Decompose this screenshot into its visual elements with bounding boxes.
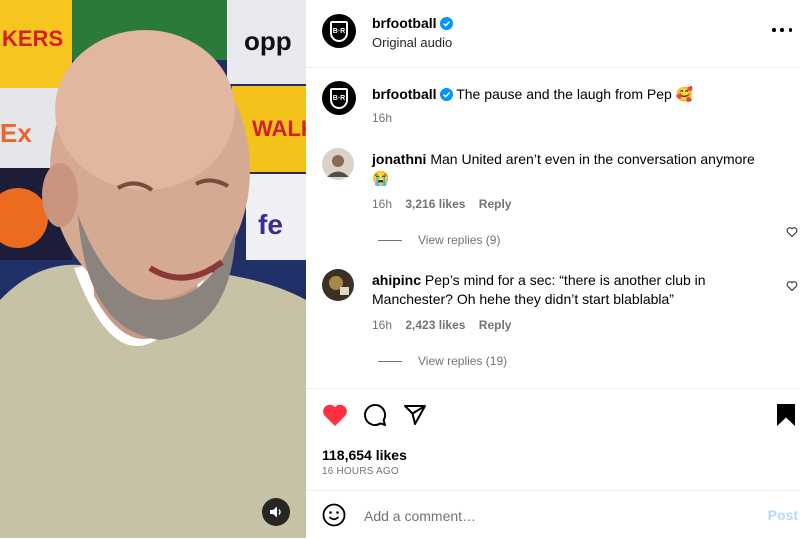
comments-section: B·R brfootball The pause and the laugh f…: [306, 68, 800, 388]
comment-body: jonathni Man United aren’t even in the c…: [372, 150, 770, 188]
header-username[interactable]: brfootball: [372, 15, 437, 31]
heart-icon[interactable]: [322, 403, 348, 427]
comment-meta: 16h 3,216 likes Reply: [372, 197, 511, 211]
share-icon[interactable]: [403, 403, 427, 427]
replies-divider: [378, 360, 402, 362]
comment-likes[interactable]: 3,216 likes: [405, 197, 465, 211]
svg-text:fe: fe: [258, 209, 283, 240]
audio-link[interactable]: Original audio: [372, 35, 452, 50]
speaker-icon: [270, 506, 281, 518]
emoji-icon[interactable]: [322, 503, 346, 527]
avatar-logo-text: B·R: [330, 20, 348, 42]
comment-body: ahipinc Pep’s mind for a sec: “there is …: [372, 271, 768, 309]
comment-meta: 16h 2,423 likes Reply: [372, 318, 511, 332]
view-replies-button[interactable]: View replies (19): [378, 354, 507, 368]
likes-count[interactable]: 118,654 likes: [322, 447, 407, 463]
svg-text:WALK: WALK: [252, 116, 306, 141]
comment-time: 16h: [372, 318, 393, 332]
svg-text:KERS: KERS: [2, 26, 63, 51]
comment-icon[interactable]: [363, 403, 387, 427]
avatar[interactable]: B·R: [322, 14, 356, 48]
comment-time: 16h: [372, 197, 393, 211]
more-options-button[interactable]: [772, 20, 792, 40]
video-frame: KERS opp Ex WALK fe: [0, 0, 306, 538]
view-replies-button[interactable]: View replies (9): [378, 233, 500, 247]
comment-avatar[interactable]: [322, 269, 354, 301]
svg-text:opp: opp: [244, 26, 292, 56]
verified-badge-icon: [439, 17, 453, 30]
post-header: B·R brfootball Original audio: [306, 0, 800, 68]
comment-input[interactable]: [362, 504, 746, 528]
like-comment-heart-icon[interactable]: [786, 280, 798, 292]
mute-button[interactable]: [262, 498, 290, 526]
verified-badge-icon: [439, 88, 453, 101]
comment-text: Man United aren’t even in the conversati…: [430, 151, 755, 167]
post-button[interactable]: Post: [768, 507, 798, 523]
post-actions: 118,654 likes 16 HOURS AGO: [306, 388, 800, 491]
view-replies-label: View replies (19): [418, 354, 508, 368]
comment-likes[interactable]: 2,423 likes: [405, 318, 465, 332]
caption: brfootball The pause and the laugh from …: [372, 85, 792, 104]
bookmark-icon[interactable]: [776, 403, 796, 427]
reply-button[interactable]: Reply: [479, 318, 512, 332]
caption-avatar[interactable]: B·R: [322, 81, 356, 115]
add-comment-bar: Post: [306, 490, 800, 539]
comment-text: Pep’s mind for a sec: “there is another …: [372, 272, 706, 307]
view-replies-label: View replies (9): [418, 233, 501, 247]
avatar-logo-text: B·R: [330, 87, 348, 109]
caption-text: The pause and the laugh from Pep 🥰: [456, 86, 694, 102]
like-comment-heart-icon[interactable]: [786, 226, 798, 238]
reply-button[interactable]: Reply: [479, 197, 512, 211]
comment-username[interactable]: ahipinc: [372, 272, 421, 288]
caption-username[interactable]: brfootball: [372, 86, 437, 102]
comment-emoji: 😭: [372, 170, 390, 186]
svg-text:Ex: Ex: [0, 118, 32, 148]
post-media[interactable]: KERS opp Ex WALK fe: [0, 0, 306, 538]
comment-username[interactable]: jonathni: [372, 151, 426, 167]
comment-avatar[interactable]: [322, 148, 354, 180]
caption-time: 16h: [372, 111, 393, 125]
replies-divider: [378, 239, 402, 241]
post-panel: B·R brfootball Original audio B·R brfoot…: [306, 0, 800, 538]
post-time: 16 HOURS AGO: [322, 466, 399, 477]
